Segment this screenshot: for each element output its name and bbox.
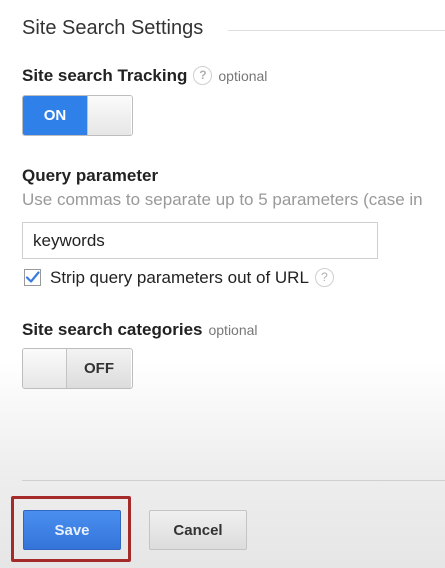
site-search-tracking-label: Site search Tracking	[22, 66, 188, 85]
toggle-off-label: OFF	[67, 349, 131, 388]
optional-label: optional	[208, 322, 258, 338]
optional-label: optional	[218, 68, 268, 84]
save-button[interactable]: Save	[23, 510, 121, 550]
site-search-tracking-toggle[interactable]: ON	[22, 95, 133, 136]
site-search-tracking-row: Site search Tracking? optional	[22, 66, 267, 86]
query-parameter-hint: Use commas to separate up to 5 parameter…	[22, 190, 423, 209]
footer-divider	[22, 480, 445, 481]
toggle-knob	[87, 96, 131, 135]
checkmark-icon	[25, 271, 40, 283]
query-parameter-input[interactable]	[22, 222, 378, 259]
strip-query-label: Strip query parameters out of URL	[50, 268, 309, 287]
site-search-categories-row: Site search categories optional	[22, 320, 258, 340]
section-title: Site Search Settings	[22, 17, 204, 39]
question-circle-icon[interactable]: ?	[193, 66, 213, 85]
query-parameter-label: Query parameter	[22, 166, 159, 185]
strip-query-row: Strip query parameters out of URL?	[50, 268, 334, 288]
question-circle-icon[interactable]: ?	[314, 268, 334, 287]
cancel-button[interactable]: Cancel	[149, 510, 247, 550]
section-divider	[228, 30, 445, 31]
toggle-on-label: ON	[23, 96, 87, 135]
toggle-knob	[23, 349, 67, 388]
site-search-categories-label: Site search categories	[22, 320, 203, 339]
site-search-categories-toggle[interactable]: OFF	[22, 348, 133, 389]
strip-query-checkbox[interactable]	[24, 269, 41, 286]
